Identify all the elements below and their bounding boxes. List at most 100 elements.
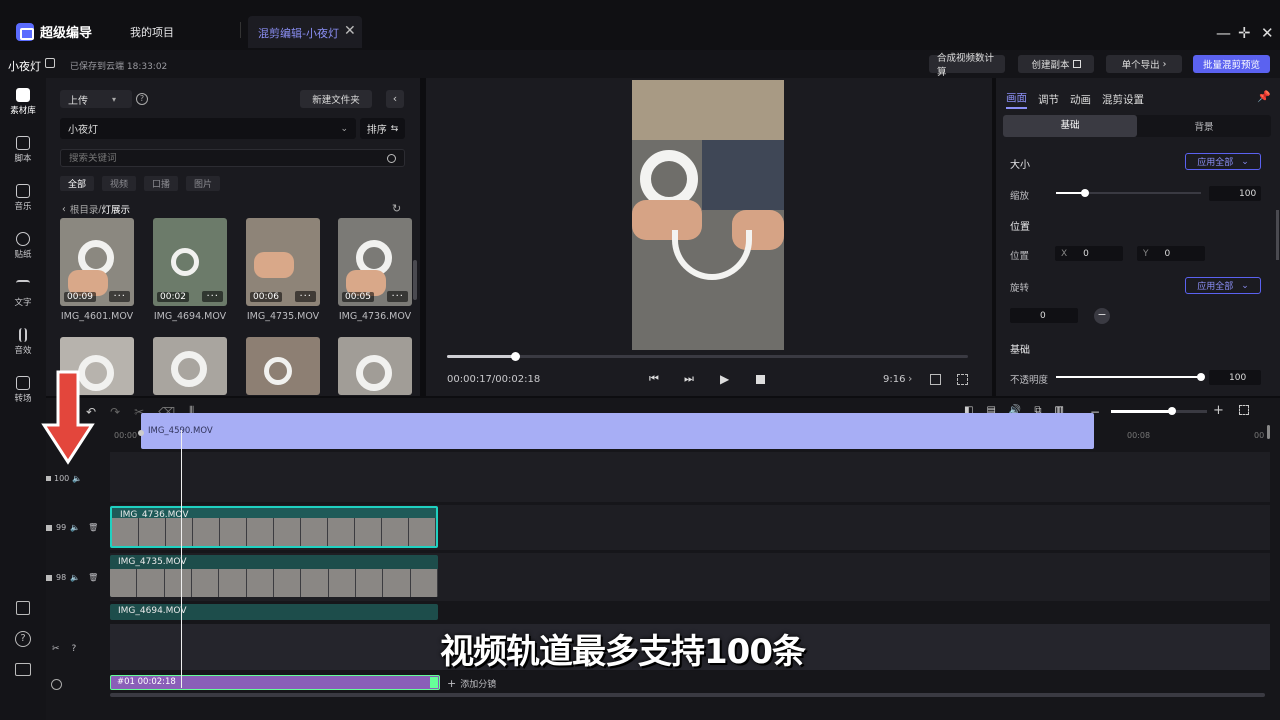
tab-mix-settings[interactable]: 混剪设置: [1102, 92, 1144, 107]
edit-name-icon[interactable]: [45, 58, 55, 68]
refresh-icon[interactable]: ↻: [392, 202, 401, 215]
subtab-background[interactable]: 背景: [1137, 119, 1271, 133]
sidebar-item-materials[interactable]: 素材库: [0, 88, 46, 116]
more-options-icon[interactable]: ···: [387, 291, 408, 302]
play-icon[interactable]: ▶: [720, 372, 729, 386]
zoom-in-icon[interactable]: +: [1213, 403, 1224, 418]
filter-talking[interactable]: 口播: [144, 176, 179, 191]
pin-icon[interactable]: 📌: [1257, 90, 1271, 103]
segment-clip[interactable]: #01 00:02:18: [110, 675, 440, 690]
volume-icon[interactable]: 🔈: [70, 573, 80, 582]
media-thumb[interactable]: [153, 337, 227, 395]
media-thumb[interactable]: [338, 337, 412, 395]
media-thumb[interactable]: 00:09 ···: [60, 218, 134, 306]
export-single-button[interactable]: 单个导出 ›: [1106, 55, 1182, 73]
scissors-icon[interactable]: ✂: [52, 644, 60, 654]
next-frame-icon[interactable]: ⏭: [684, 372, 694, 386]
search-input[interactable]: [69, 152, 369, 164]
question-icon[interactable]: ?: [136, 93, 148, 105]
sidebar-item-music[interactable]: 音乐: [0, 184, 46, 212]
tab-canvas[interactable]: 画面: [1006, 90, 1027, 109]
props-scrollbar[interactable]: [1276, 210, 1279, 260]
aspect-ratio[interactable]: 9:16: [883, 374, 905, 385]
scale-slider[interactable]: [1056, 189, 1201, 197]
opacity-slider[interactable]: [1056, 373, 1205, 381]
redo-icon[interactable]: ↷: [110, 405, 120, 419]
calc-videos-button[interactable]: 合成视频数计算: [929, 53, 1005, 78]
close-window-icon[interactable]: ✕: [1261, 24, 1274, 42]
keyboard-icon[interactable]: [15, 663, 31, 676]
collapse-panel-icon[interactable]: ‹: [386, 90, 404, 108]
y-position-input[interactable]: Y0: [1137, 246, 1205, 261]
more-options-icon[interactable]: ···: [202, 291, 223, 302]
zoom-slider-knob[interactable]: [1168, 407, 1176, 415]
media-scrollbar[interactable]: [413, 260, 417, 300]
opacity-input[interactable]: 100: [1209, 370, 1261, 385]
segment-handle-icon[interactable]: [430, 677, 438, 688]
preview-progress-knob[interactable]: [511, 352, 520, 361]
search-field[interactable]: [60, 149, 405, 167]
tab-edit-project[interactable]: 混剪编辑-小夜灯 ✕: [248, 16, 362, 48]
video-clip[interactable]: IMG_4735.MOV: [110, 555, 438, 597]
rotate-input[interactable]: 0: [1010, 308, 1078, 323]
scale-input[interactable]: 100: [1209, 186, 1261, 201]
fullscreen-icon[interactable]: [957, 374, 968, 385]
tab-my-projects[interactable]: 我的项目: [130, 24, 174, 40]
chevron-right-icon[interactable]: ›: [908, 372, 912, 385]
video-clip[interactable]: IMG_4694.MOV: [110, 604, 438, 620]
maximize-icon[interactable]: ✛: [1238, 24, 1251, 42]
skip-start-icon[interactable]: ⏮: [649, 372, 659, 386]
playhead[interactable]: [181, 430, 182, 688]
video-clip-selected[interactable]: IMG_4736.MOV: [110, 506, 438, 548]
chevron-left-icon[interactable]: ‹: [62, 204, 66, 215]
sidebar-item-sticker[interactable]: 贴纸: [0, 232, 46, 260]
folder-select[interactable]: 小夜灯 ⌄: [60, 118, 356, 139]
preview-progress-track[interactable]: [447, 352, 968, 361]
media-thumb[interactable]: 00:05 ···: [338, 218, 412, 306]
preview-video[interactable]: [632, 80, 784, 350]
apply-all-rotate-button[interactable]: 应用全部 ⌄: [1185, 277, 1261, 294]
upload-dropdown[interactable]: 上传 ▾: [60, 90, 132, 108]
trash-icon[interactable]: 🗑: [88, 573, 98, 582]
subtab-basic[interactable]: 基础: [1003, 115, 1137, 137]
breadcrumb-root[interactable]: 根目录: [70, 202, 99, 216]
sidebar-item-script[interactable]: 脚本: [0, 136, 46, 164]
scale-slider-knob[interactable]: [1081, 189, 1089, 197]
minimize-icon[interactable]: —: [1216, 24, 1231, 42]
filter-video[interactable]: 视频: [102, 176, 137, 191]
filter-all[interactable]: 全部: [60, 176, 95, 191]
segment-settings-icon[interactable]: [51, 679, 62, 690]
volume-icon[interactable]: 🔈: [70, 523, 80, 532]
audio-clip[interactable]: IMG_4590.MOV: [141, 413, 1094, 449]
sidebar-item-text[interactable]: 文字: [0, 280, 46, 308]
sidebar-item-sound-effects[interactable]: 音效: [0, 328, 46, 356]
close-tab-icon[interactable]: ✕: [344, 23, 356, 39]
media-thumb[interactable]: 00:02 ···: [153, 218, 227, 306]
sort-button[interactable]: 排序 ⇆: [360, 118, 405, 139]
flip-icon[interactable]: −: [1094, 308, 1110, 324]
timeline-scrollbar[interactable]: [1267, 425, 1270, 439]
apply-all-size-button[interactable]: 应用全部 ⌄: [1185, 153, 1261, 170]
media-thumb[interactable]: 00:06 ···: [246, 218, 320, 306]
volume-icon[interactable]: 🔈: [72, 474, 82, 483]
more-options-icon[interactable]: ···: [109, 291, 130, 302]
tab-adjust[interactable]: 调节: [1038, 92, 1059, 107]
safe-frame-icon[interactable]: [930, 374, 941, 385]
help-icon[interactable]: ?: [15, 631, 31, 647]
filter-image[interactable]: 图片: [186, 176, 221, 191]
media-thumb[interactable]: [246, 337, 320, 395]
batch-preview-button[interactable]: 批量混剪预览: [1193, 55, 1270, 73]
file-icon[interactable]: [16, 601, 30, 615]
x-position-input[interactable]: X0: [1055, 246, 1123, 261]
add-segment-button[interactable]: + 添加分镜: [447, 677, 496, 690]
more-options-icon[interactable]: ···: [295, 291, 316, 302]
zoom-slider[interactable]: [1111, 407, 1207, 415]
timeline-horizontal-scrollbar[interactable]: [110, 693, 1265, 697]
fit-timeline-icon[interactable]: [1239, 405, 1249, 415]
opacity-slider-knob[interactable]: [1197, 373, 1205, 381]
create-copy-button[interactable]: 创建副本: [1018, 55, 1094, 73]
playhead-marker[interactable]: [138, 430, 144, 436]
stop-icon[interactable]: [756, 375, 765, 384]
trash-icon[interactable]: 🗑: [88, 523, 98, 532]
caption-help-icon[interactable]: ?: [72, 644, 77, 654]
